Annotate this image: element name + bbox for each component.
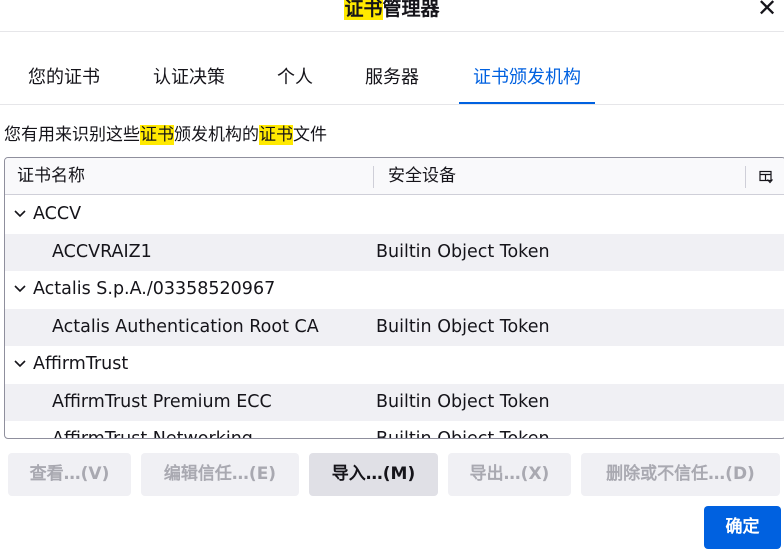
cert-name: ACCVRAIZ1 [52,241,152,262]
description-text: 您有用来识别这些证书颁发机构的证书文件 [4,120,327,145]
tabs-divider [0,104,784,105]
tab-servers[interactable]: 服务器 [351,54,433,104]
column-certificate-name[interactable]: 证书名称 [17,158,85,195]
group-name: Actalis S.p.A./03358520967 [33,279,276,299]
tree-group-row[interactable]: AffirmTrust [5,346,784,384]
edit-trust-button[interactable]: 编辑信任…(E) [141,453,299,496]
tab-bar: 您的证书 认证决策 个人 服务器 证书颁发机构 [0,54,784,104]
group-name: ACCV [33,204,82,224]
desc-part-3: 文件 [293,125,327,145]
cert-device: Builtin Object Token [376,316,550,337]
delete-or-distrust-button[interactable]: 删除或不信任…(D) [581,453,780,496]
chevron-down-icon[interactable] [13,196,27,234]
title-bar: 证书管理器 ✕ [0,0,784,32]
tree-cert-row[interactable]: Actalis Authentication Root CA Builtin O… [5,308,784,346]
tab-authentication-decisions[interactable]: 认证决策 [139,54,239,104]
desc-part-1: 您有用来识别这些 [4,125,140,145]
view-button[interactable]: 查看…(V) [8,453,131,496]
cert-name: AffirmTrust Premium ECC [52,391,272,412]
group-name: AffirmTrust [33,354,129,374]
title-text-end: 管理器 [382,0,440,20]
tree-cert-row[interactable]: AffirmTrust Networking Builtin Object To… [5,421,784,439]
chevron-down-icon[interactable] [13,346,27,384]
tab-authorities[interactable]: 证书颁发机构 [459,54,595,104]
desc-part-2: 颁发机构的 [174,125,259,145]
cert-name: Actalis Authentication Root CA [52,316,319,337]
cert-device: Builtin Object Token [376,429,550,439]
export-button[interactable]: 导出…(X) [448,453,571,496]
desc-highlight-1: 证书 [140,125,174,145]
title-highlight: 证书 [344,0,383,20]
tree-cert-row[interactable]: ACCVRAIZ1 Builtin Object Token [5,233,784,271]
column-security-device[interactable]: 安全设备 [388,158,456,195]
ok-button[interactable]: 确定 [704,506,781,549]
column-splitter[interactable] [745,166,746,188]
tree-group-row[interactable]: ACCV [5,196,784,234]
tree-body: ACCV ACCVRAIZ1 Builtin Object Token Acta… [5,196,784,439]
tab-your-certificates[interactable]: 您的证书 [14,54,114,104]
desc-highlight-2: 证书 [259,125,293,145]
certificate-tree[interactable]: 证书名称 安全设备 ACCV ACCVRAIZ1 Builtin Object … [4,157,784,439]
cert-device: Builtin Object Token [376,391,550,412]
tree-cert-row[interactable]: AffirmTrust Premium ECC Builtin Object T… [5,383,784,421]
chevron-down-icon[interactable] [13,271,27,309]
column-picker-icon[interactable] [759,169,773,184]
cert-name: AffirmTrust Networking [52,429,253,439]
tab-people[interactable]: 个人 [263,54,327,104]
dialog-title: 证书管理器 [0,0,784,21]
tree-group-row[interactable]: Actalis S.p.A./03358520967 [5,271,784,309]
certificate-manager-dialog: 证书管理器 ✕ 您的证书 认证决策 个人 服务器 证书颁发机构 您有用来识别这些… [0,0,784,552]
import-button[interactable]: 导入…(M) [309,453,438,496]
cert-device: Builtin Object Token [376,241,550,262]
close-icon[interactable]: ✕ [754,0,780,22]
column-splitter[interactable] [373,166,374,188]
tree-header: 证书名称 安全设备 [5,158,784,195]
